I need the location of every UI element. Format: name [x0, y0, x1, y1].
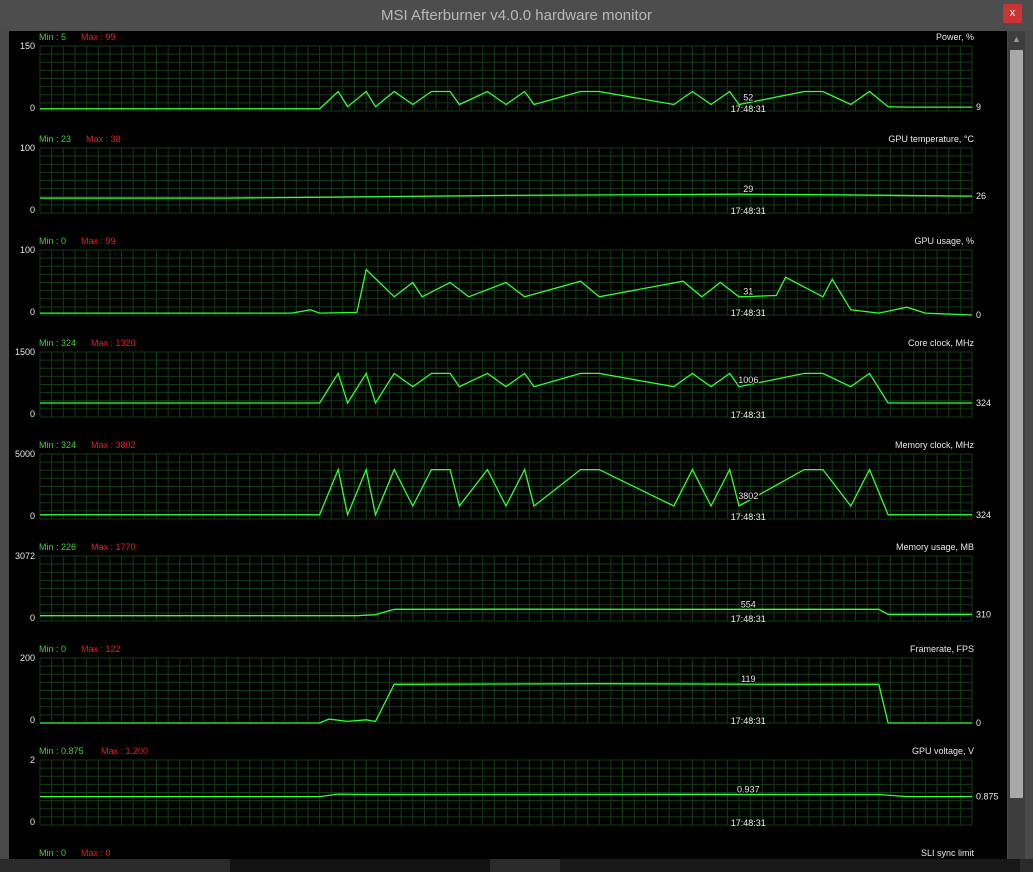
graphs-panel[interactable]: Min : 5 Max : 99 Power, % 150 0 9 52 17:48:31 Mi… — [9, 31, 1007, 859]
min-label: Min : 0 — [39, 236, 66, 246]
max-label: Max : 1.200 — [101, 746, 148, 756]
y-min-label: 0 — [30, 817, 35, 827]
y-max-label: 200 — [20, 653, 35, 663]
scroll-up-icon[interactable]: ▲ — [1008, 31, 1025, 48]
y-min-label: 0 — [30, 205, 35, 215]
graph-title: GPU temperature, °C — [888, 134, 974, 144]
graph-title: Memory clock, MHz — [895, 440, 975, 450]
cursor-time: 17:48:31 — [731, 104, 766, 114]
y-max-label: 5000 — [15, 449, 35, 459]
cursor-value: 31 — [743, 286, 753, 296]
graph-title: Core clock, MHz — [908, 338, 975, 348]
max-label: Max : 0 — [81, 848, 111, 858]
cursor-time: 17:48:31 — [731, 716, 766, 726]
current-value: 0 — [976, 718, 981, 728]
cursor-value: 119 — [741, 674, 755, 684]
cursor-value: 52 — [743, 93, 753, 103]
max-label: Max : 1320 — [91, 338, 136, 348]
y-max-label: 100 — [20, 245, 35, 255]
desktop-strip — [0, 859, 1033, 872]
graph-title: GPU usage, % — [914, 236, 974, 246]
max-label: Max : 99 — [81, 236, 116, 246]
cursor-time: 17:48:31 — [731, 410, 766, 420]
y-min-label: 0 — [30, 613, 35, 623]
min-label: Min : 0 — [39, 848, 66, 858]
window-title: MSI Afterburner v4.0.0 hardware monitor — [381, 7, 652, 24]
current-value: 26 — [976, 191, 986, 201]
y-min-label: 0 — [30, 511, 35, 521]
cursor-value: 554 — [741, 599, 756, 609]
graph-title: GPU voltage, V — [912, 746, 974, 756]
graph-title: SLI sync limit — [921, 848, 975, 858]
current-value: 9 — [976, 102, 981, 112]
current-value: 0 — [976, 310, 981, 320]
vertical-scrollbar[interactable]: ▲ — [1008, 31, 1025, 859]
cursor-time: 17:48:31 — [731, 206, 766, 216]
y-max-label: 2 — [30, 755, 35, 765]
cursor-value: 1006 — [738, 375, 758, 385]
graph-title: Memory usage, MB — [896, 542, 974, 552]
current-value: 324 — [976, 510, 991, 520]
cursor-time: 17:48:31 — [731, 512, 766, 522]
hardware-monitor-window: MSI Afterburner v4.0.0 hardware monitor … — [0, 0, 1033, 872]
max-label: Max : 38 — [86, 134, 121, 144]
y-min-label: 0 — [30, 409, 35, 419]
cursor-time: 17:48:31 — [731, 614, 766, 624]
max-label: Max : 1770 — [91, 542, 136, 552]
graph-title: Power, % — [936, 32, 974, 42]
max-label: Max : 122 — [81, 644, 121, 654]
max-label: Max : 3802 — [91, 440, 136, 450]
y-max-label: 1500 — [15, 347, 35, 357]
y-min-label: 0 — [30, 307, 35, 317]
min-label: Min : 0.875 — [39, 746, 84, 756]
current-value: 324 — [976, 398, 991, 408]
y-max-label: 3072 — [15, 551, 35, 561]
y-max-label: 100 — [20, 143, 35, 153]
graphs-canvas: Min : 5 Max : 99 Power, %1500 95217:48:31Mi… — [15, 32, 999, 858]
min-label: Min : 0 — [39, 644, 66, 654]
y-max-label: 150 — [20, 41, 35, 51]
min-label: Min : 226 — [39, 542, 76, 552]
min-label: Min : 324 — [39, 338, 76, 348]
scroll-thumb[interactable] — [1010, 50, 1023, 798]
desktop-strip-right — [560, 859, 1020, 872]
y-min-label: 0 — [30, 715, 35, 725]
title-bar[interactable]: MSI Afterburner v4.0.0 hardware monitor … — [0, 0, 1033, 31]
y-min-label: 0 — [30, 103, 35, 113]
close-button[interactable]: x — [1003, 4, 1022, 23]
graph-title: Framerate, FPS — [910, 644, 974, 654]
desktop-strip-left — [230, 859, 490, 872]
cursor-value: 3802 — [738, 491, 758, 501]
cursor-value: 29 — [743, 184, 753, 194]
cursor-time: 17:48:31 — [731, 308, 766, 318]
max-label: Max : 99 — [81, 32, 116, 42]
min-label: Min : 5 — [39, 32, 66, 42]
current-value: 310 — [976, 609, 991, 619]
cursor-value: 0.937 — [737, 784, 760, 794]
current-value: 0.875 — [976, 792, 999, 802]
min-label: Min : 23 — [39, 134, 71, 144]
min-label: Min : 324 — [39, 440, 76, 450]
cursor-time: 17:48:31 — [731, 818, 766, 828]
